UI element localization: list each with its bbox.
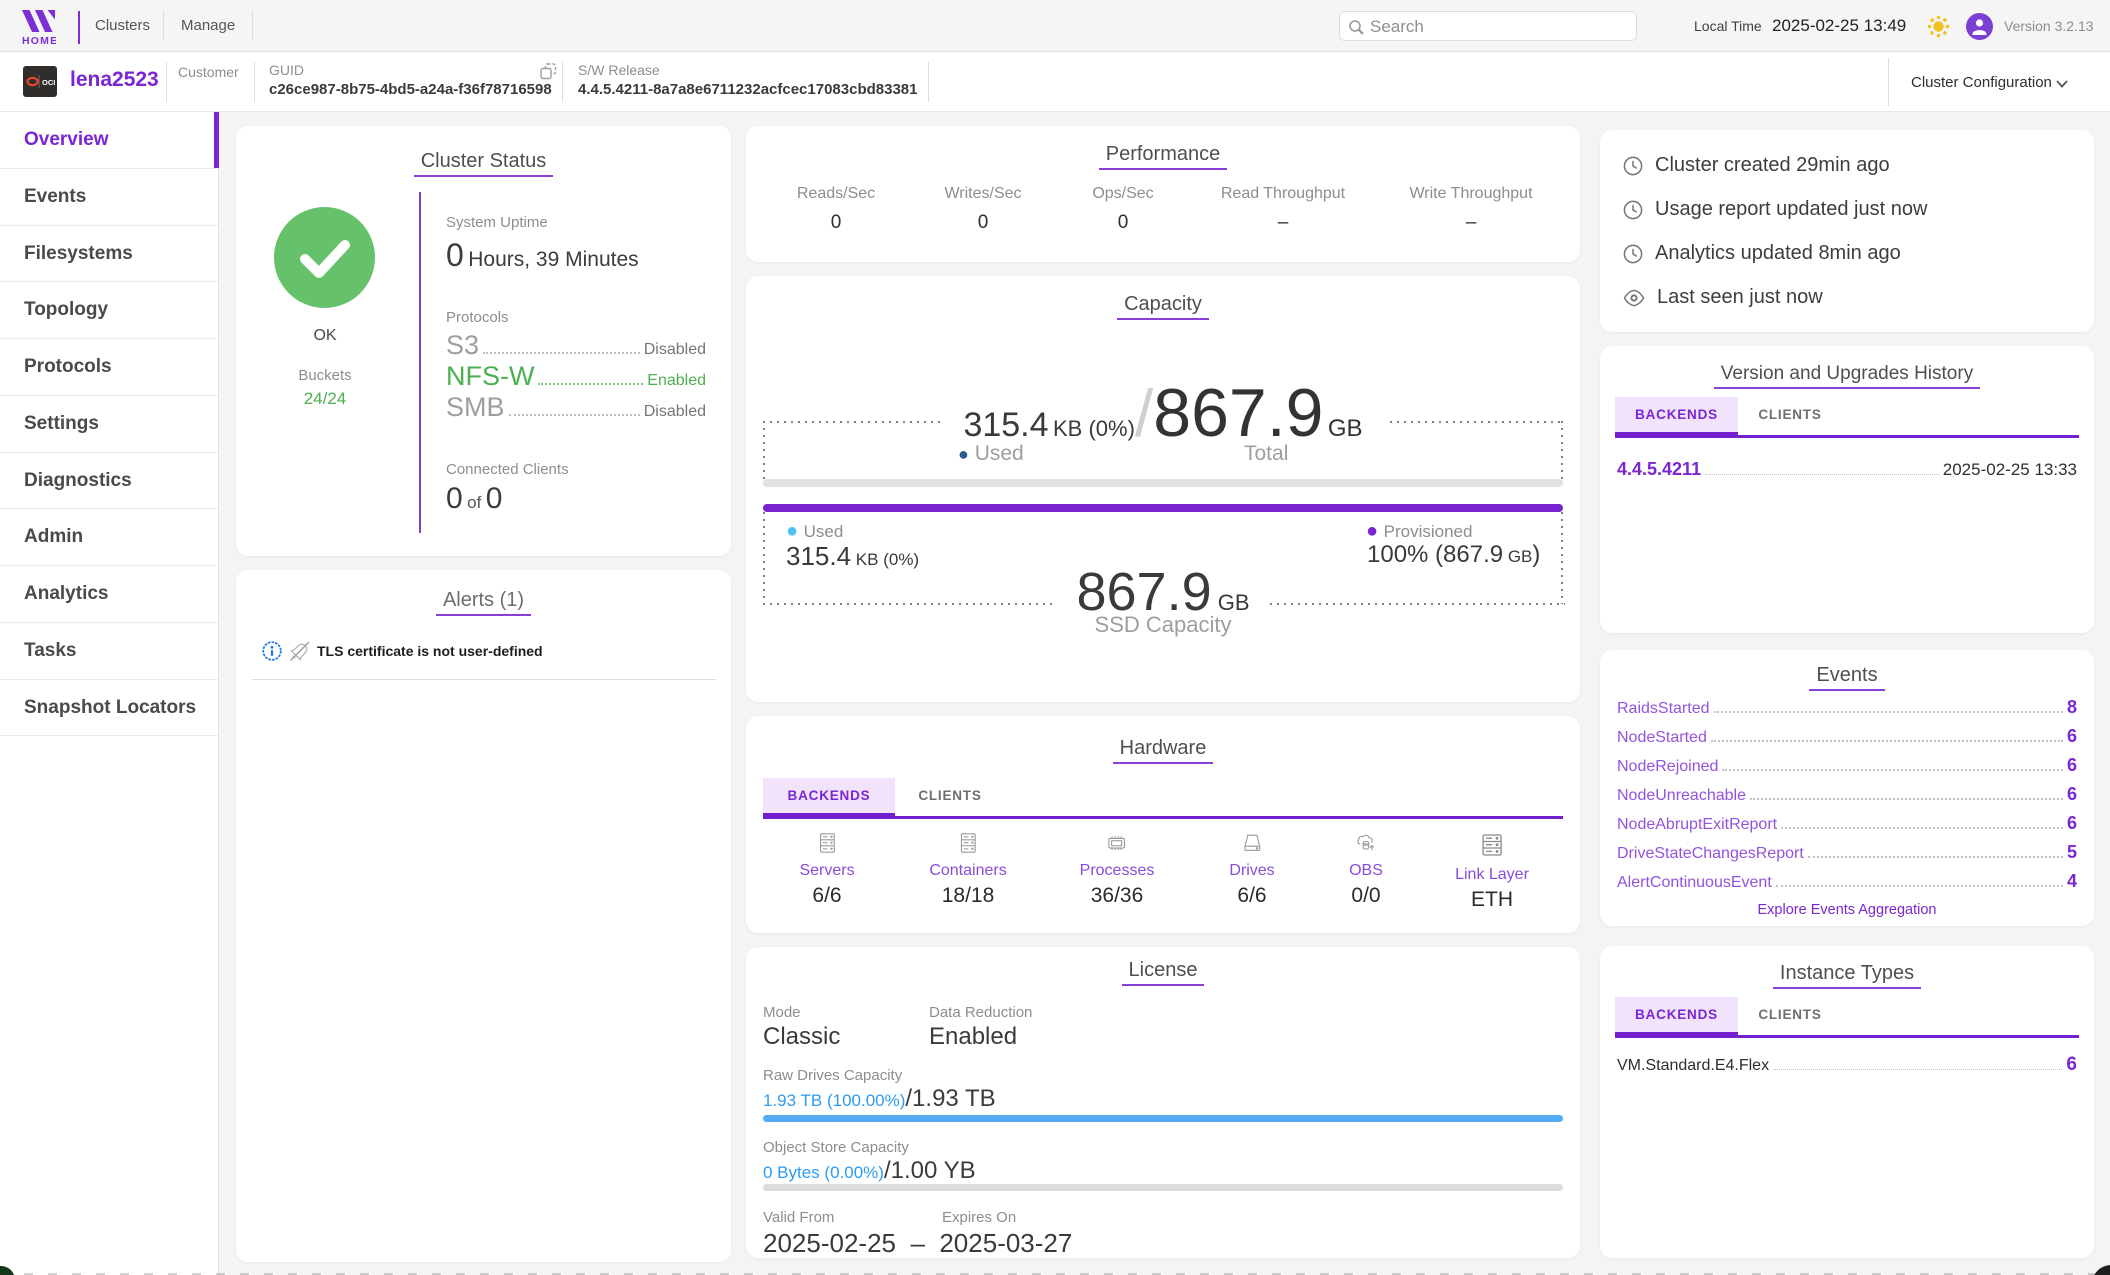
svg-text:OCI: OCI <box>42 78 55 87</box>
svg-text:HOME: HOME <box>22 35 56 45</box>
